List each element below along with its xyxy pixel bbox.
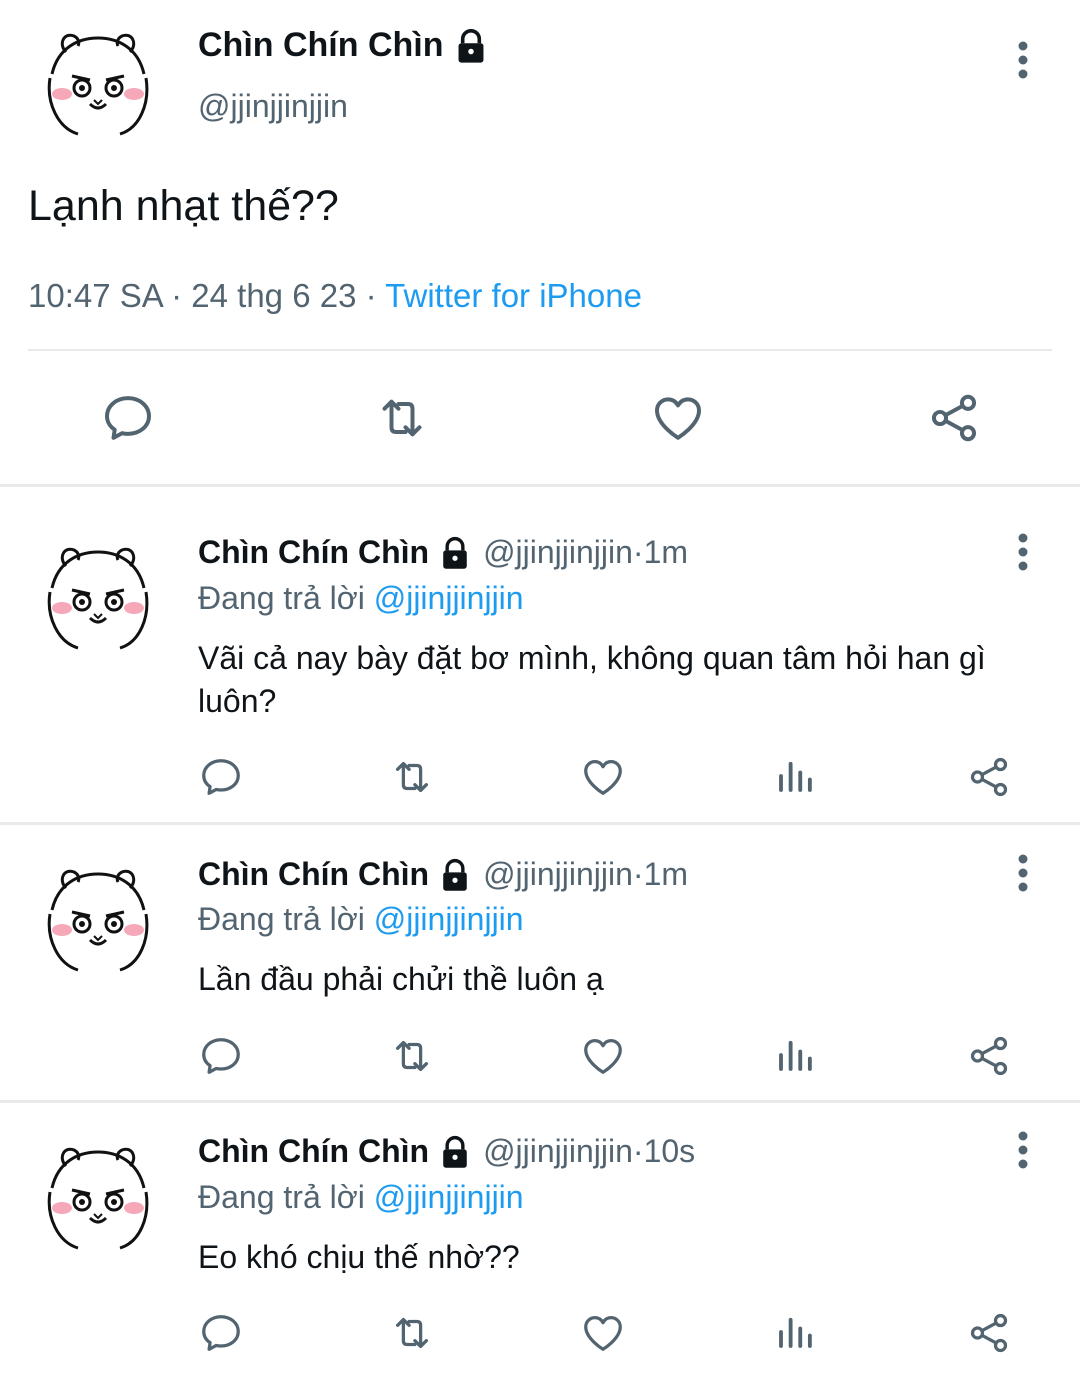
more-options-icon[interactable] <box>1011 532 1035 572</box>
more-options-icon[interactable] <box>1011 1130 1035 1170</box>
reply-icon[interactable] <box>100 390 156 446</box>
avatar[interactable] <box>28 844 168 984</box>
reply-header: Chìn Chín Chìn @jjinjjinjjin · 1m <box>198 534 688 571</box>
replying-to-handle[interactable]: @jjinjjinjjin <box>374 1179 524 1215</box>
lock-icon <box>439 858 471 892</box>
tweet-text: Vãi cả nay bày đặt bơ mình, không quan t… <box>198 640 986 719</box>
lock-icon <box>454 28 488 64</box>
replying-to: Đang trả lời @jjinjjinjjin <box>198 901 524 938</box>
share-icon[interactable] <box>966 754 1012 800</box>
reply-icon[interactable] <box>198 754 244 800</box>
meta-separator: · <box>356 277 386 314</box>
author-handle[interactable]: @jjinjjinjjin <box>198 88 348 125</box>
tweet-text: Lần đầu phải chửi thề luôn ạ <box>198 961 604 997</box>
meta-separator: · <box>632 534 644 570</box>
tweet-age: 1m <box>643 856 689 892</box>
tweet-text: Lạnh nhạt thế?? <box>28 182 339 230</box>
section-separator <box>0 822 1080 825</box>
tweet-source-link[interactable]: Twitter for iPhone <box>385 277 642 314</box>
author-name[interactable]: Chìn Chín Chìn <box>198 534 429 571</box>
retweet-icon[interactable] <box>388 1310 436 1356</box>
section-separator <box>0 484 1080 487</box>
author-handle[interactable]: @jjinjjinjjin <box>483 534 633 571</box>
lock-icon <box>439 1135 471 1169</box>
author-name[interactable]: Chìn Chín Chìn <box>198 1133 429 1170</box>
lock-icon <box>439 536 471 570</box>
section-separator <box>0 1100 1080 1103</box>
meta-separator: · <box>632 1133 644 1169</box>
like-icon[interactable] <box>580 754 626 800</box>
tweet-text: Eo khó chịu thế nhờ?? <box>198 1239 520 1275</box>
replying-to-handle[interactable]: @jjinjjinjjin <box>374 580 524 616</box>
divider <box>28 349 1052 351</box>
avatar[interactable] <box>28 1122 168 1262</box>
tweet-time: 10:47 SA <box>28 277 162 314</box>
reply-icon[interactable] <box>198 1310 244 1356</box>
author-name[interactable]: Chìn Chín Chìn <box>198 856 429 893</box>
tweet-age: 10s <box>643 1133 696 1169</box>
replying-label: Đang trả lời <box>198 1179 365 1215</box>
author-handle[interactable]: @jjinjjinjjin <box>483 1133 633 1170</box>
replying-label: Đang trả lời <box>198 901 365 937</box>
author-name[interactable]: Chìn Chín Chìn <box>198 26 444 65</box>
views-icon[interactable] <box>774 1310 816 1354</box>
author-name-row[interactable]: Chìn Chín Chìn <box>198 26 488 65</box>
replying-to-handle[interactable]: @jjinjjinjjin <box>374 901 524 937</box>
share-icon[interactable] <box>926 390 982 446</box>
replying-to: Đang trả lời @jjinjjinjjin <box>198 1179 524 1216</box>
replying-label: Đang trả lời <box>198 580 365 616</box>
retweet-icon[interactable] <box>372 390 432 446</box>
replying-to: Đang trả lời @jjinjjinjjin <box>198 580 524 617</box>
author-handle[interactable]: @jjinjjinjjin <box>483 856 633 893</box>
avatar[interactable] <box>28 522 168 662</box>
more-options-icon[interactable] <box>1011 853 1035 893</box>
meta-separator: · <box>161 277 192 314</box>
avatar[interactable] <box>28 8 168 148</box>
like-icon[interactable] <box>580 1033 626 1079</box>
views-icon[interactable] <box>774 1033 816 1077</box>
like-icon[interactable] <box>650 390 706 446</box>
reply-icon[interactable] <box>198 1033 244 1079</box>
tweet-age: 1m <box>643 534 689 570</box>
share-icon[interactable] <box>966 1310 1012 1356</box>
more-options-icon[interactable] <box>1011 40 1035 80</box>
views-icon[interactable] <box>774 754 816 798</box>
reply-header: Chìn Chín Chìn @jjinjjinjjin · 1m <box>198 856 688 893</box>
like-icon[interactable] <box>580 1310 626 1356</box>
meta-separator: · <box>632 856 644 892</box>
retweet-icon[interactable] <box>388 754 436 800</box>
retweet-icon[interactable] <box>388 1033 436 1079</box>
reply-header: Chìn Chín Chìn @jjinjjinjjin · 10s <box>198 1133 695 1170</box>
tweet-date: 24 thg 6 23 <box>191 277 357 314</box>
share-icon[interactable] <box>966 1033 1012 1079</box>
tweet-meta: 10:47 SA · 24 thg 6 23 · Twitter for iPh… <box>28 277 642 315</box>
